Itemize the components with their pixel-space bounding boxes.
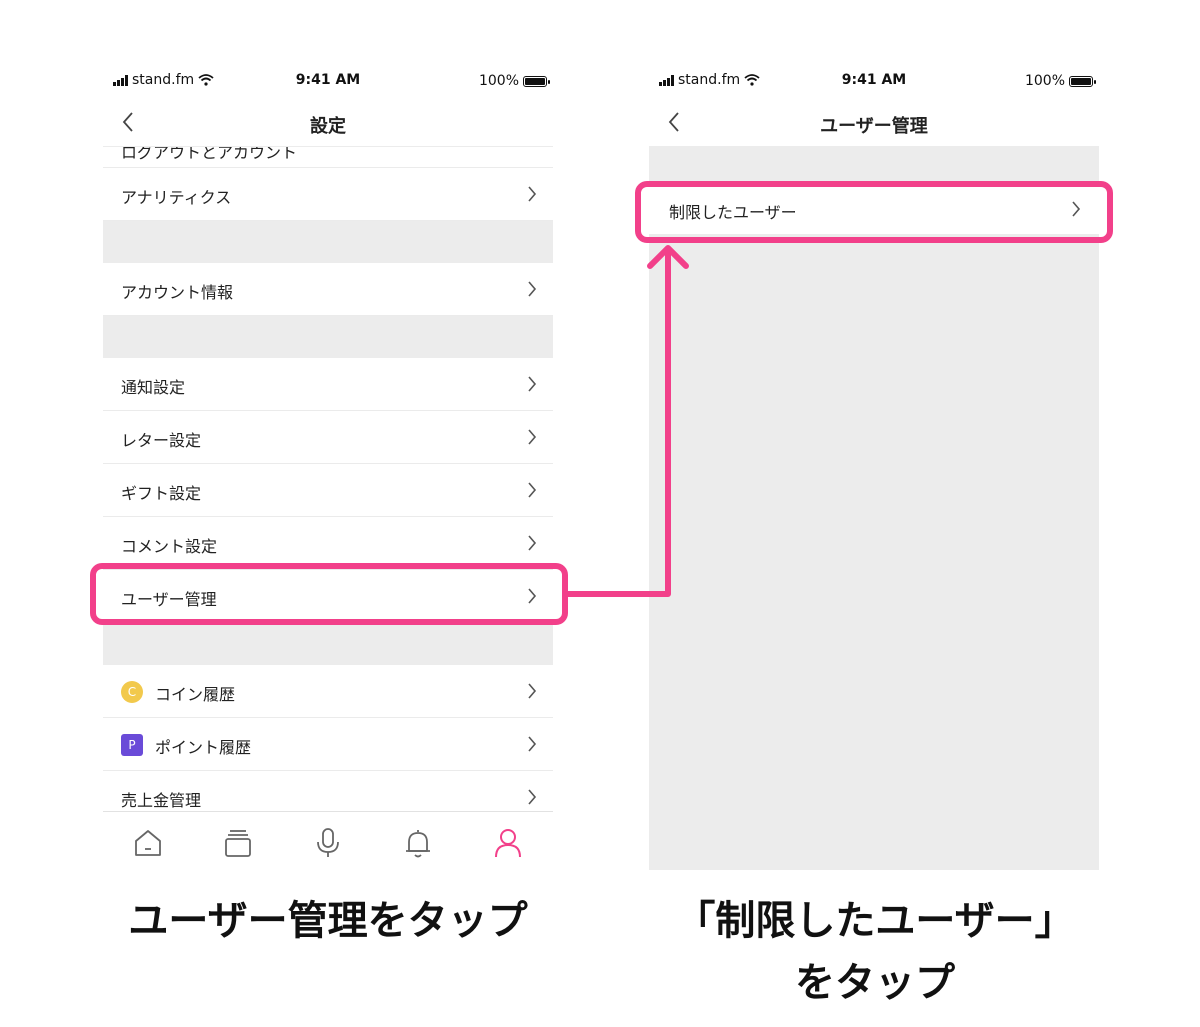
arrow-connector [568,245,689,597]
caption-left: ユーザー管理をタップ [128,898,528,944]
highlight-user-management [90,563,568,625]
caption-right-line1: 「制限したユーザー」 [675,898,1075,944]
highlight-restricted-users [635,181,1113,243]
caption-right-line2: をタップ [795,960,955,1006]
